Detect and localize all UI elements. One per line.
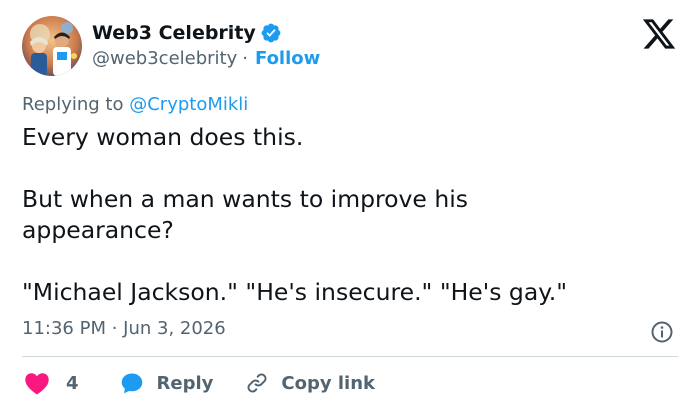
verified-badge-icon	[260, 22, 282, 44]
copy-link-label: Copy link	[281, 372, 375, 394]
link-icon	[245, 371, 269, 395]
author-name-row: Web3 Celebrity	[92, 20, 282, 46]
author-display-name[interactable]: Web3 Celebrity	[92, 22, 256, 44]
follow-button[interactable]: Follow	[255, 48, 320, 69]
divider	[22, 356, 678, 357]
heart-icon	[24, 371, 50, 395]
author-handle[interactable]: @web3celebrity	[92, 48, 237, 69]
reply-context-prefix: Replying to	[22, 94, 124, 115]
reply-context-mention[interactable]: @CryptoMikli	[129, 94, 248, 115]
like-button[interactable]: 4	[24, 371, 79, 395]
reply-context: Replying to @CryptoMikli	[22, 94, 248, 115]
tweet-text: Every woman does this. But when a man wa…	[22, 123, 568, 306]
like-count: 4	[66, 372, 79, 394]
tweet-card: Web3 Celebrity @web3celebrity · Follow R…	[0, 0, 700, 410]
speech-bubble-icon	[119, 371, 145, 395]
tweet-actions: 4 Reply Copy link	[24, 370, 375, 396]
copy-link-button[interactable]: Copy link	[245, 371, 375, 395]
separator-dot: ·	[242, 48, 248, 69]
info-icon[interactable]	[650, 320, 674, 344]
avatar[interactable]	[22, 16, 82, 76]
avatar-image	[22, 16, 82, 76]
x-logo-icon[interactable]	[640, 16, 678, 52]
reply-label: Reply	[156, 372, 214, 394]
author-handle-row: @web3celebrity · Follow	[92, 48, 320, 69]
reply-button[interactable]: Reply	[119, 371, 214, 395]
tweet-timestamp[interactable]: 11:36 PM · Jun 3, 2026	[22, 318, 226, 339]
